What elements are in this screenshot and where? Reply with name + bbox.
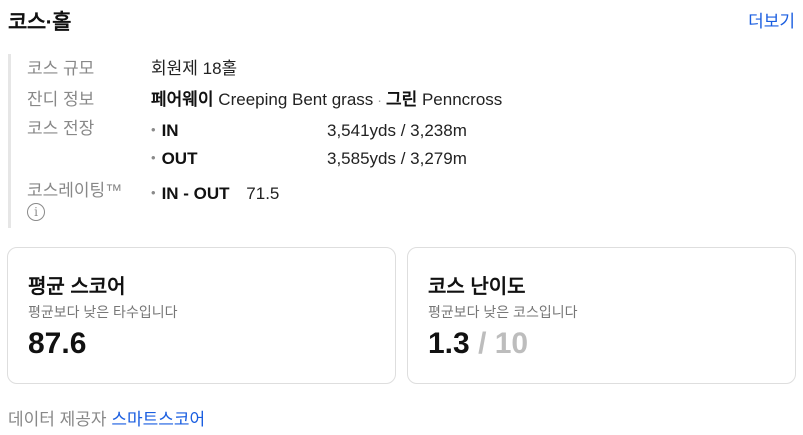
avg-score-title: 평균 스코어 [28, 276, 126, 298]
fairway-label: 페어웨이 [151, 90, 214, 109]
separator-dot: · [377, 92, 382, 108]
length-row-in: • IN 3,541yds / 3,238m [151, 121, 467, 141]
difficulty-title: 코스 난이도 [428, 276, 526, 298]
length-key: IN [161, 121, 179, 140]
length-label: 코스 전장 [27, 119, 95, 138]
provider-label: 데이터 제공자 [8, 410, 107, 429]
green-label: 그린 [385, 90, 418, 109]
rating-value: 71.5 [246, 184, 280, 203]
length-key: OUT [161, 149, 198, 168]
grass-value: 페어웨이 Creeping Bent grass · 그린 Penncross [151, 85, 502, 110]
avg-score-value: 87.6 [28, 327, 87, 360]
section-header: 코스·홀 더보기 [0, 0, 803, 40]
scale-label: 코스 규모 [27, 59, 95, 78]
section-title: 코스·홀 [8, 11, 71, 34]
more-link[interactable]: 더보기 [748, 7, 795, 32]
length-value: 3,585yds / 3,279m [327, 149, 467, 168]
green-value: Penncross [421, 90, 503, 109]
length-row-out: • OUT 3,585yds / 3,279m [151, 149, 467, 169]
bullet-dot-icon: • [151, 150, 156, 165]
rating-label: 코스레이팅™ [27, 181, 123, 200]
length-value: 3,541yds / 3,238m [327, 121, 467, 140]
data-provider: 데이터 제공자 스마트스코어 [8, 405, 205, 430]
grass-label: 잔디 정보 [27, 90, 95, 109]
rating-key: IN - OUT [161, 184, 230, 203]
avg-score-subtitle: 평균보다 낮은 타수입니다 [28, 304, 178, 320]
provider-link[interactable]: 스마트스코어 [111, 410, 205, 429]
fairway-value: Creeping Bent grass [218, 90, 374, 109]
course-info-block: 코스 규모 회원제 18홀 잔디 정보 페어웨이 Creeping Bent g… [8, 54, 788, 228]
rating-row: • IN - OUT 71.5 [151, 184, 279, 204]
difficulty-subtitle: 평균보다 낮은 코스입니다 [428, 304, 578, 320]
difficulty-value-wrap: 1.3 / 10 [428, 327, 528, 361]
difficulty-value: 1.3 [428, 327, 470, 360]
difficulty-max: / 10 [478, 327, 529, 360]
avg-score-card: 평균 스코어 평균보다 낮은 타수입니다 87.6 [7, 247, 396, 384]
bullet-dot-icon: • [151, 185, 156, 200]
scale-value: 회원제 18홀 [151, 59, 238, 78]
info-circle-icon[interactable]: i [27, 203, 45, 221]
bullet-dot-icon: • [151, 122, 156, 137]
difficulty-card: 코스 난이도 평균보다 낮은 코스입니다 1.3 / 10 [407, 247, 796, 384]
